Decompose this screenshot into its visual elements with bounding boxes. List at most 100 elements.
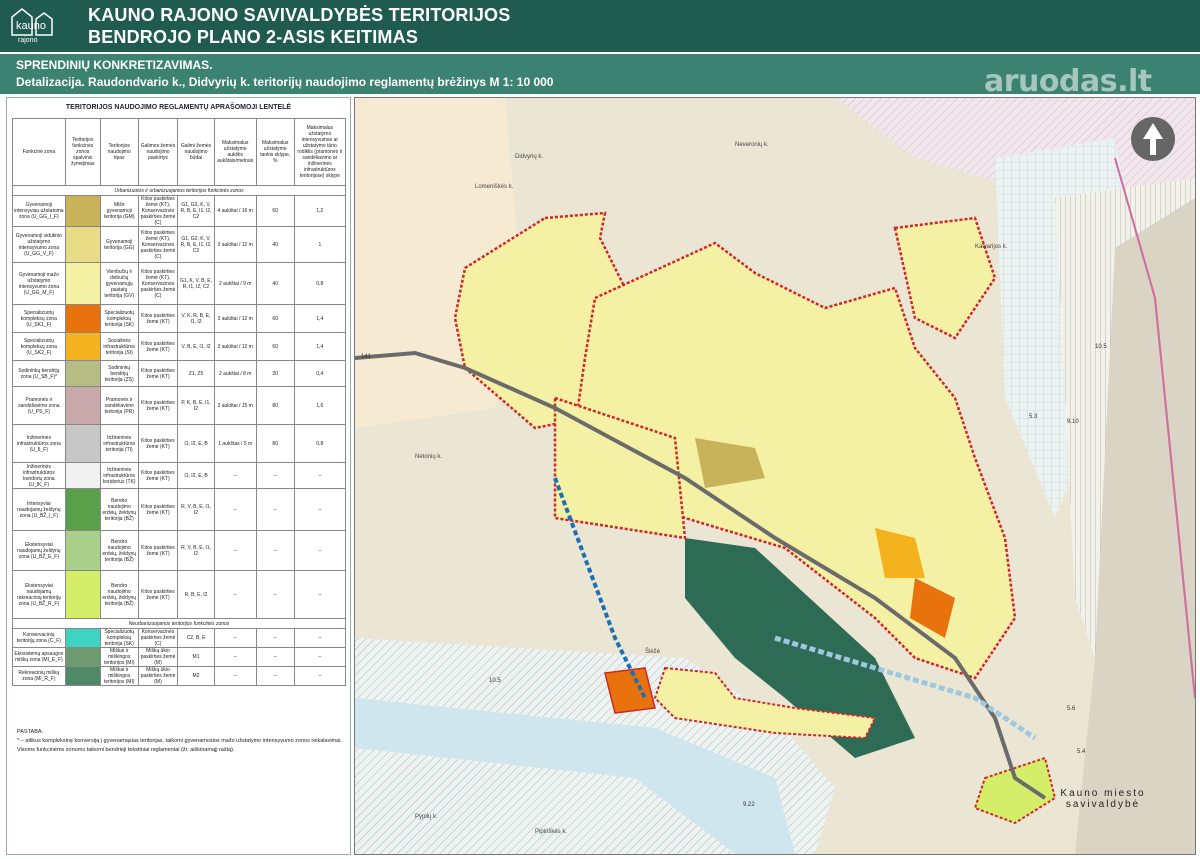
legend-row: Gyvenamoji mažo užstatymo intensyvumo zo… xyxy=(12,262,347,305)
place-label-5: Šlėžė xyxy=(645,648,661,655)
legend-cell-zone: Ekosistemų apsaugos miškų zona (MI_E_F) xyxy=(12,647,66,667)
legend-cell-purposes: Kitos paskirties žemė (KT), Konservacinė… xyxy=(137,195,179,227)
legend-cell-height: 4 aukštai / 16 m xyxy=(213,195,257,227)
legend-row: Gyvenamoji vidutinio užstatymo intensyvu… xyxy=(12,226,347,263)
legend-cell-type: Bendro naudojimo erdvių, želdynų teritor… xyxy=(99,570,139,619)
legend-cell-intensity: 0,8 xyxy=(293,262,347,305)
legend-header-cell: Teritorijos naudojimo tipas xyxy=(99,118,139,186)
legend-cell-uses: V, K, R, B, E, I1, I2 xyxy=(177,304,215,333)
legend-section-row: Neurbanizuojamos teritorijos funkcinės z… xyxy=(12,618,346,629)
legend-cell-purposes: Kitos paskirties žemė (KT) xyxy=(137,488,179,531)
legend-cell-uses: R, V, B, E, I1, I2 xyxy=(177,530,215,571)
road-label-2: 10.5 xyxy=(1095,344,1107,350)
legend-cell-height: 2 aukštai / 8 m xyxy=(213,360,257,387)
legend-cell-height: – xyxy=(213,628,257,648)
legend-color-swatch xyxy=(64,304,101,333)
kaunas-city-label: Kauno miesto savivaldybė xyxy=(1048,788,1158,810)
legend-color-swatch xyxy=(64,530,101,571)
legend-cell-type: Socialinės infrastruktūros teritorija (S… xyxy=(99,332,139,361)
legend-notes: PASTABA: * – atlikus kompleksinę konvers… xyxy=(17,728,342,755)
legend-row: Inžinerinės infrastruktūros koridorių zo… xyxy=(12,462,347,489)
legend-cell-height: – xyxy=(213,647,257,667)
legend-cell-density: 60 xyxy=(255,304,295,333)
legend-cell-type: Specializuotų kompleksų teritorija (SK) xyxy=(99,304,139,333)
legend-header-cell: Galimos žemės naudojimo paskirtys xyxy=(137,118,179,186)
legend-cell-uses: I1, I2, E, B xyxy=(177,462,215,489)
legend-cell-type: Miškai ir miškingos teritorijos (MI) xyxy=(99,647,139,667)
legend-color-swatch xyxy=(64,488,101,531)
map-canvas[interactable]: Didvyrių k. Netonių k. Neveronių k. Lome… xyxy=(355,98,1195,854)
legend-cell-height: – xyxy=(213,488,257,531)
legend-cell-purposes: Kitos paskirties žemė (KT) xyxy=(137,570,179,619)
legend-color-swatch xyxy=(64,386,101,425)
legend-row: Inžinerinės infrastruktūros zona (U_II_F… xyxy=(12,424,347,463)
legend-cell-intensity: 1,2 xyxy=(293,195,347,227)
legend-cell-uses: G1, G2, K, V, R, B, E, I1, I2, C2 xyxy=(177,226,215,263)
legend-cell-intensity: – xyxy=(293,570,347,619)
legend-cell-type: Inžinerinės infrastruktūros koridorius (… xyxy=(99,462,139,489)
legend-cell-density: – xyxy=(255,462,295,489)
legend-cell-uses: P, K, B, E, I1, I2 xyxy=(177,386,215,425)
legend-cell-zone: Gyvenamoji mažo užstatymo intensyvumo zo… xyxy=(12,262,66,305)
city-label-line-2: savivaldybė xyxy=(1065,799,1141,810)
place-label-4: Lomeniškės k. xyxy=(475,184,514,190)
svg-text:rajono: rajono xyxy=(18,37,38,44)
legend-color-swatch xyxy=(64,570,101,619)
legend-cell-density: – xyxy=(255,488,295,531)
title-line-1: KAUNO RAJONO SAVIVALDYBĖS TERITORIJOS xyxy=(88,5,511,25)
legend-header-row: Funkcinė zona Teritorijos funkcinės zono… xyxy=(12,118,347,186)
legend-header-cell: Galimi žemės naudojimo būdai xyxy=(177,118,215,186)
legend-cell-height: – xyxy=(213,666,257,686)
header-bar: kauno rajono KAUNO RAJONO SAVIVALDYBĖS T… xyxy=(0,0,1200,52)
legend-color-swatch xyxy=(64,332,101,361)
legend-cell-type: Pramonės ir sandėliavimo teritorija (PR) xyxy=(99,386,139,425)
legend-cell-intensity: – xyxy=(293,666,347,686)
legend-cell-intensity: – xyxy=(293,530,347,571)
legend-cell-intensity: 1,4 xyxy=(293,304,347,333)
legend-cell-zone: Konservacinių teritorijų zona (C_F) xyxy=(12,628,66,648)
subtitle-line-2: Detalizacija. Raudondvario k., Didvyrių … xyxy=(16,75,554,89)
place-label-8: Pyplių k. xyxy=(415,814,438,820)
planning-map[interactable]: Didvyrių k. Netonių k. Neveronių k. Lome… xyxy=(354,97,1196,855)
legend-row: Ekosistemų apsaugos miškų zona (MI_E_F) M… xyxy=(12,647,347,667)
legend-cell-density: – xyxy=(255,530,295,571)
legend-body: Urbanizuotos ir urbanizuojamos teritorij… xyxy=(12,185,347,686)
legend-title: TERITORIJOS NAUDOJIMO REGLAMENTŲ APRAŠOM… xyxy=(65,104,292,111)
road-label-5: 5.6 xyxy=(1067,706,1076,712)
legend-cell-uses: R, B, E, I2 xyxy=(177,570,215,619)
legend-row: Specializuotų kompleksų zona (U_SK1_F) Sp… xyxy=(12,304,347,333)
legend-cell-density: 40 xyxy=(255,262,295,305)
legend-cell-uses: R, V, B, E, I1, I2 xyxy=(177,488,215,531)
legend-cell-uses: V, B, E, I1, I2 xyxy=(177,332,215,361)
road-label-8: 10.5 xyxy=(489,678,501,684)
legend-cell-zone: Specializuotų kompleksų zona (U_SK1_F) xyxy=(12,304,66,333)
legend-cell-intensity: – xyxy=(293,462,347,489)
legend-header-cell: Funkcinė zona xyxy=(12,118,66,186)
legend-header-cell: Maksimalus užstatymo intensyvumas ar užs… xyxy=(293,118,347,186)
legend-cell-height: 2 aukštai / 9 m xyxy=(213,262,257,305)
legend-cell-height: 3 aukštai / 12 m xyxy=(213,332,257,361)
legend-cell-uses: M2 xyxy=(177,666,215,686)
note-2: Visoms funkcinėms zonoms taikomi bendrie… xyxy=(17,747,235,753)
subtitle-line-1: SPRENDINIŲ KONKRETIZAVIMAS. xyxy=(16,58,213,72)
road-label-7: 9.22 xyxy=(743,802,755,808)
svg-text:kauno: kauno xyxy=(16,20,46,32)
legend-cell-purposes: Kitos paskirties žemė (KT) xyxy=(137,386,179,425)
legend-cell-type: Bendro naudojimo erdvių, želdynų teritor… xyxy=(99,488,139,531)
legend-cell-purposes: Kitos paskirties žemė (KT) xyxy=(137,530,179,571)
legend-color-swatch xyxy=(64,628,101,648)
place-label-1: Didvyrių k. xyxy=(515,154,543,160)
legend-cell-density: – xyxy=(255,666,295,686)
legend-cell-height: 3 aukštai / 12 m xyxy=(213,304,257,333)
legend-cell-purposes: Miškų ūkio paskirties žemė (M) xyxy=(137,666,179,686)
legend-cell-intensity: 0,4 xyxy=(293,360,347,387)
legend-color-swatch xyxy=(64,360,101,387)
place-label-6: Pipiriškės k. xyxy=(535,829,567,835)
legend-cell-purposes: Kitos paskirties žemė (KT) xyxy=(137,462,179,489)
legend-row: Ekstensyviai naudojamų rekreacinių terit… xyxy=(12,570,347,619)
legend-cell-intensity: – xyxy=(293,488,347,531)
legend-row: Pramonės ir sandėliavimo zona (U_PS_F) Pr… xyxy=(12,386,347,425)
north-arrow-icon-glyph xyxy=(1143,123,1163,155)
legend-cell-density: – xyxy=(255,570,295,619)
legend-header-cell: Teritorijos funkcinės zonos spalvinis žy… xyxy=(64,118,101,186)
